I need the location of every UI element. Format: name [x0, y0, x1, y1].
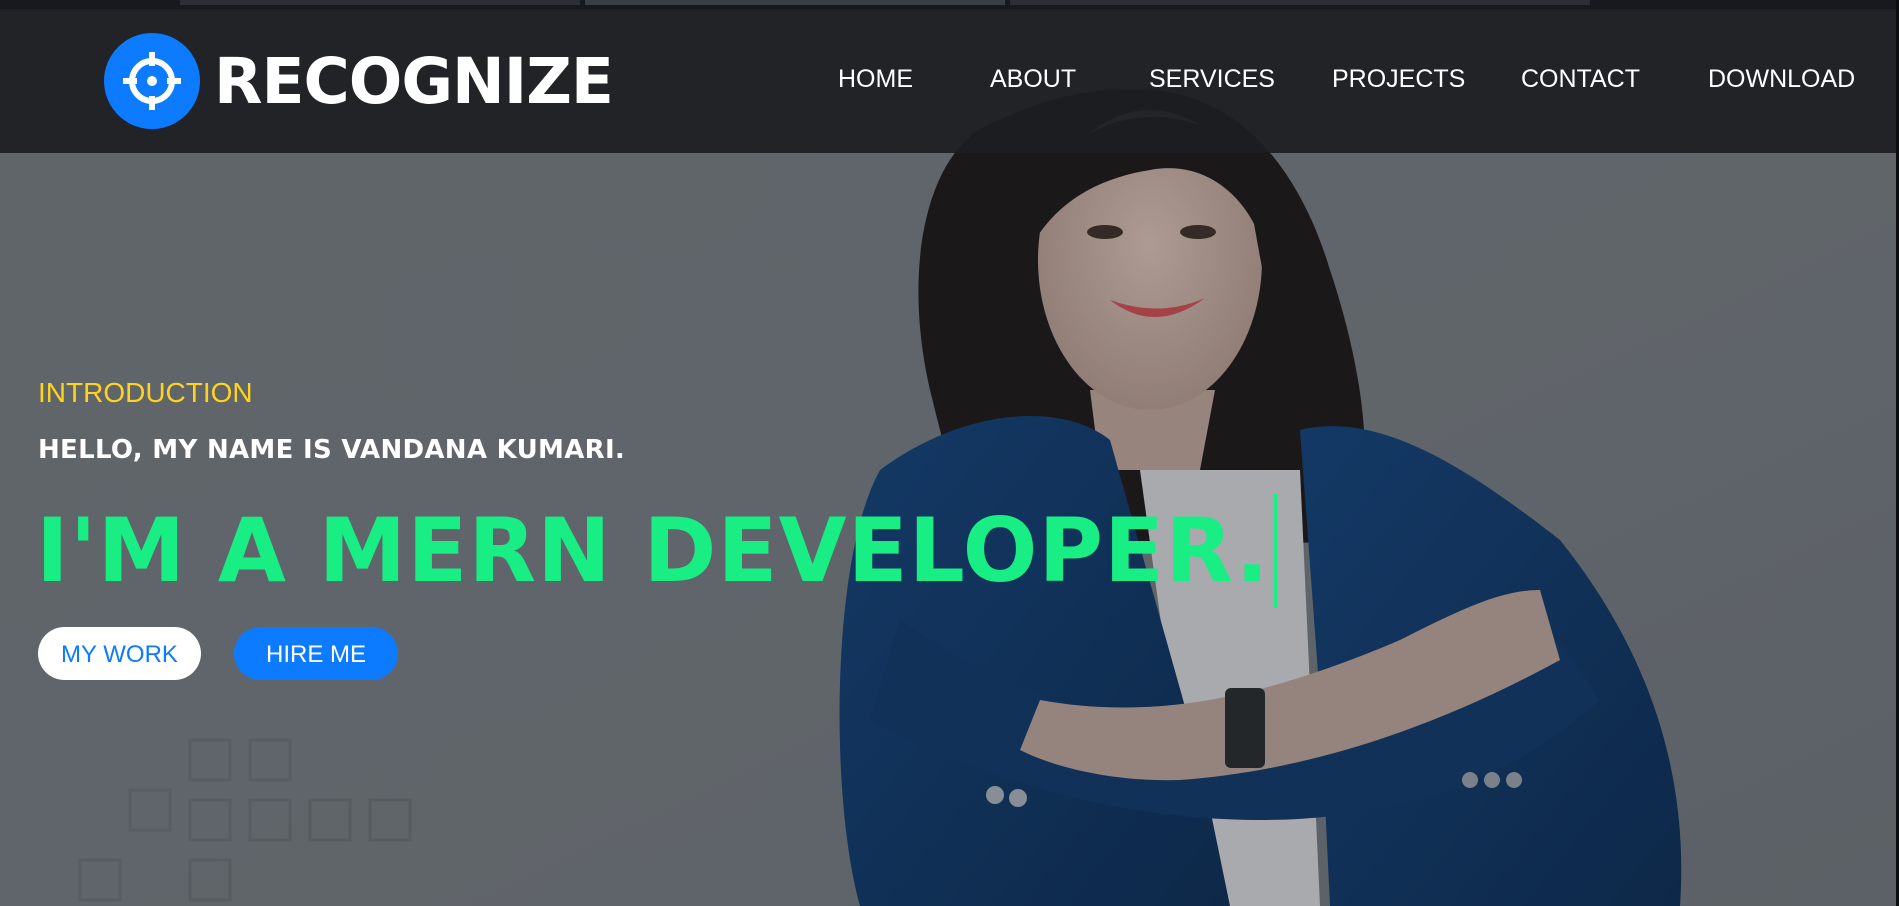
- nav-item-download[interactable]: DOWNLOAD: [1708, 61, 1855, 97]
- nav-item-about[interactable]: ABOUT: [990, 61, 1076, 97]
- my-work-button[interactable]: MY WORK: [38, 627, 201, 680]
- page: RECOGNIZE HOME ABOUT SERVICES PROJECTS C…: [0, 0, 1899, 906]
- intro-label: INTRODUCTION: [38, 377, 253, 408]
- hire-me-button[interactable]: HIRE ME: [234, 627, 398, 680]
- typing-cursor: [1273, 494, 1277, 608]
- nav-item-services[interactable]: SERVICES: [1149, 61, 1275, 97]
- main-nav: HOME ABOUT SERVICES PROJECTS CONTACT DOW…: [0, 9, 1899, 149]
- nav-item-projects[interactable]: PROJECTS: [1332, 61, 1465, 97]
- site-header: RECOGNIZE HOME ABOUT SERVICES PROJECTS C…: [0, 9, 1899, 153]
- nav-item-home[interactable]: HOME: [838, 61, 913, 97]
- role-text: I'M A MERN DEVELOPER.: [36, 499, 1270, 602]
- role-typed-heading: I'M A MERN DEVELOPER.: [36, 494, 1277, 608]
- browser-top-strip: [0, 0, 1899, 9]
- nav-item-contact[interactable]: CONTACT: [1521, 61, 1640, 97]
- greeting-heading: HELLO, MY NAME IS VANDANA KUMARI.: [38, 435, 626, 465]
